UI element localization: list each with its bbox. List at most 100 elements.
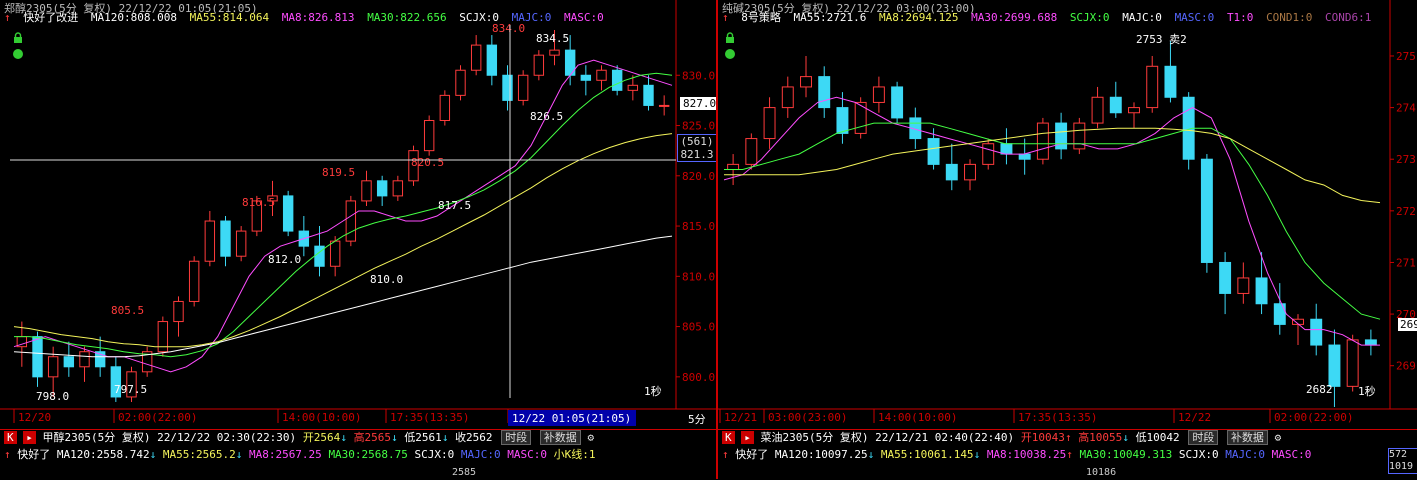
- right-candle: [1018, 153, 1031, 160]
- left-candle: [79, 351, 90, 368]
- right-chart-pane[interactable]: 纯碱2305(5分 复权) 22/12/22 03:00(23:00) ↑ 8号…: [718, 0, 1417, 428]
- left-annotation: 798.0: [36, 390, 69, 403]
- left-annotation: 826.5: [530, 110, 563, 123]
- right-candle: [1164, 65, 1177, 98]
- right-line-ma30: [724, 122, 1381, 320]
- bottom-left-k-tag[interactable]: K: [4, 431, 17, 444]
- bottom-right-indicator-name: 快好了: [735, 448, 769, 461]
- bottom-right-up-arrow-icon: ↑: [722, 448, 729, 461]
- bottom-left-open: 开2564: [302, 431, 341, 444]
- left-x-tick-label: 12/20: [18, 411, 51, 424]
- right-candle: [1346, 339, 1359, 387]
- bottom-left-pane[interactable]: K ▸ 甲醇2305(5分 复权) 22/12/22 02:30(22:30) …: [0, 429, 716, 480]
- left-candle: [188, 260, 200, 302]
- left-candle: [329, 240, 341, 267]
- left-candle: [47, 356, 59, 378]
- left-candle: [235, 230, 247, 257]
- left-chart-pane[interactable]: 郑醇2305(5分 复权) 22/12/22 01:05(21:05) ↑ 快好…: [0, 0, 716, 428]
- bottom-right-peek-price: 10186: [1086, 467, 1117, 478]
- right-candle: [1000, 143, 1013, 155]
- left-annotation: 810.0: [370, 273, 403, 286]
- right-candle: [727, 163, 740, 171]
- left-annotation: 834.5: [536, 32, 569, 45]
- left-candle: [173, 300, 184, 323]
- left-x-tick-label: 02:00(22:00): [118, 411, 197, 424]
- bottom-left-title-row: K ▸ 甲醇2305(5分 复权) 22/12/22 02:30(22:30) …: [4, 430, 594, 446]
- bottom-left-period-button[interactable]: 时段: [501, 430, 532, 445]
- left-candle: [658, 104, 670, 107]
- bottom-left-data-button[interactable]: 补数据: [539, 430, 581, 445]
- right-y-tick-label: 272: [1396, 205, 1416, 218]
- left-annotation: 820.5: [411, 156, 444, 169]
- bottom-right-data-button[interactable]: 补数据: [1226, 430, 1268, 445]
- right-candle: [836, 107, 849, 134]
- bottom-right-pane[interactable]: K ▸ 菜油2305(5分 复权) 22/12/21 02:40(22:40) …: [718, 429, 1417, 480]
- bottom-left-ma120: MA120:2558.742: [56, 448, 150, 461]
- right-candle: [927, 138, 940, 165]
- right-x-tick-label: 14:00(10:00): [878, 411, 957, 424]
- left-y-tick-label: 820.0: [682, 170, 715, 183]
- bottom-left-settings-icon[interactable]: ⚙: [587, 431, 594, 444]
- bottom-left-arrow-tag[interactable]: ▸: [23, 431, 36, 444]
- right-x-tick-label: 12/21: [724, 411, 757, 424]
- left-candle: [361, 180, 372, 202]
- bottom-left-ma8: MA8:2567.25: [248, 448, 322, 461]
- left-annotation: 805.5: [111, 304, 144, 317]
- right-signal-label: 2753 卖2: [1136, 33, 1187, 46]
- right-low-label: 2682: [1306, 383, 1333, 396]
- left-candle: [517, 74, 529, 101]
- bottom-left-majc: MAJC:0: [460, 448, 501, 461]
- right-x-tick-label: 12/22: [1178, 411, 1211, 424]
- right-candlestick-chart[interactable]: 27527427327227127026912/21 03:00(23:00) 14…: [718, 0, 1417, 428]
- right-candle: [1328, 344, 1341, 387]
- bottom-right-ma8: MA8:10038.25: [986, 448, 1067, 461]
- right-candle: [1200, 158, 1213, 263]
- right-x-tick-label: 03:00(23:00): [768, 411, 847, 424]
- bottom-right-title-row: K ▸ 菜油2305(5分 复权) 22/12/21 02:40(22:40) …: [722, 430, 1281, 446]
- right-candle: [945, 163, 958, 181]
- left-line-ma120: [13, 235, 673, 358]
- left-y-tick-label: 800.0: [682, 371, 715, 384]
- left-candlestick-chart[interactable]: 830.0 825.0 820.0 815.0 810.0 805.0 800.0 12/20…: [0, 0, 716, 428]
- left-y-tick-label: 815.0: [682, 220, 715, 233]
- bottom-right-ma120: MA120:10097.25: [774, 448, 868, 461]
- right-candle: [1128, 107, 1140, 114]
- bottom-left-peek-price: 2585: [452, 467, 477, 478]
- right-candle: [1364, 339, 1377, 346]
- left-y-tick-label: 810.0: [682, 270, 715, 283]
- bottom-right-ma30: MA30:10049.313: [1079, 448, 1173, 461]
- bottom-right-settings-icon[interactable]: ⚙: [1275, 431, 1282, 444]
- left-interval-label: 1秒: [644, 385, 662, 398]
- left-candle: [282, 195, 294, 232]
- right-x-tick-label: 17:35(13:35): [1018, 411, 1097, 424]
- left-price-tag: 827.0: [680, 97, 716, 110]
- left-cursor-price: 821.3: [680, 148, 714, 161]
- bottom-right-low: 低10042: [1135, 431, 1180, 444]
- bottom-right-arrow-tag[interactable]: ▸: [741, 431, 754, 444]
- left-candle: [63, 356, 75, 368]
- left-candle: [439, 94, 451, 122]
- bottom-right-k-tag[interactable]: K: [722, 431, 735, 444]
- bottom-left-small-k: 小K线:1: [553, 448, 596, 461]
- pane-divider[interactable]: [716, 0, 718, 479]
- bottom-right-side-top: 572: [1389, 449, 1408, 460]
- bottom-right-majc: MAJC:0: [1225, 448, 1266, 461]
- left-candle: [376, 180, 388, 197]
- bottom-right-period-button[interactable]: 时段: [1188, 430, 1219, 445]
- right-y-tick-label: 275: [1396, 50, 1416, 63]
- bottom-left-ma55: MA55:2565.2: [162, 448, 236, 461]
- right-candle: [982, 143, 995, 165]
- bottom-right-symbol: 菜油2305(5分 复权) 22/12/21 02:40(22:40): [760, 431, 1015, 444]
- left-cursor-count: (561): [680, 135, 714, 148]
- right-candle: [1273, 303, 1286, 325]
- right-candle: [964, 163, 976, 181]
- left-candle: [423, 120, 435, 152]
- left-line-ma8: [13, 59, 673, 373]
- left-y-tick-label: 805.0: [682, 321, 715, 334]
- bottom-right-high: 高10055: [1078, 431, 1123, 444]
- left-candle: [549, 49, 560, 56]
- right-candle: [891, 86, 904, 119]
- left-candle: [32, 336, 43, 378]
- left-crosshair-time-label: 12/22 01:05(21:05): [512, 412, 631, 425]
- left-candle: [580, 74, 592, 81]
